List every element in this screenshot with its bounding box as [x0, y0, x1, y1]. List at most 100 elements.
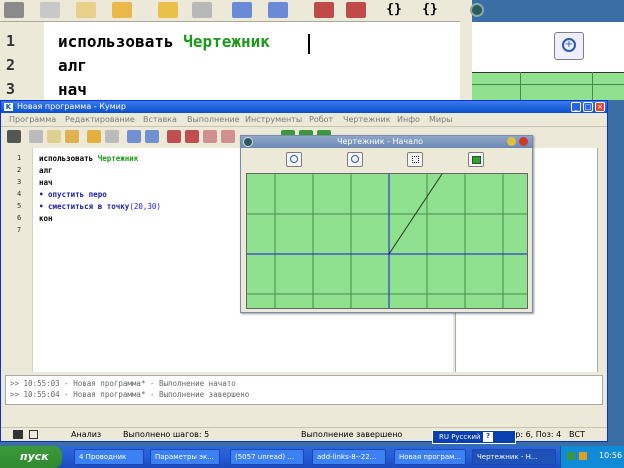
grid-button[interactable]: [407, 152, 423, 167]
paste-icon[interactable]: [65, 130, 79, 143]
output-console: >> 10:55:03 - Новая программа* - Выполне…: [5, 375, 603, 405]
copy-icon[interactable]: [47, 130, 61, 143]
line-number: 2: [17, 166, 22, 174]
status-steps: Выполнено шагов: 5: [123, 430, 210, 439]
drawer-titlebar[interactable]: Чертежник - Начало: [241, 136, 532, 148]
step-out-icon[interactable]: [203, 130, 217, 143]
keyword: использовать: [58, 32, 174, 51]
start-label: пуск: [20, 450, 49, 463]
cut-icon[interactable]: [40, 2, 60, 18]
line-number: 1: [6, 32, 16, 50]
code-line: алг: [39, 166, 53, 175]
grid-icon: [412, 156, 419, 163]
zoom-out-button[interactable]: [347, 152, 363, 167]
module-name: Чертежник: [183, 32, 270, 51]
step-into-icon[interactable]: [185, 130, 199, 143]
paste-icon[interactable]: [112, 2, 132, 18]
braces-icon[interactable]: {}: [384, 2, 404, 18]
line-number: 2: [6, 56, 16, 74]
zoom-out-icon: [351, 155, 359, 163]
code-line: нач: [39, 178, 53, 187]
step-into-icon[interactable]: [346, 2, 366, 18]
close-button[interactable]: ×: [595, 102, 605, 112]
redo-icon[interactable]: [105, 130, 119, 143]
background-code-editor[interactable]: использовать Чертежник алг нач: [44, 22, 460, 100]
background-drawer-titlebar: [470, 0, 624, 22]
window-icon: [243, 137, 253, 147]
outdent-icon[interactable]: [145, 130, 159, 143]
undo-icon[interactable]: [158, 2, 178, 18]
undo-icon[interactable]: [87, 130, 101, 143]
code-line: алг: [58, 56, 87, 75]
fit-button[interactable]: [468, 152, 484, 167]
minimize-button[interactable]: _: [571, 102, 581, 112]
status-insert-mode: ВСТ: [569, 430, 585, 439]
tray-icon[interactable]: [567, 452, 575, 460]
background-canvas: [472, 72, 624, 100]
task-explorer[interactable]: 4 Проводник: [74, 449, 144, 465]
window-title: Новая программа - Кумир: [17, 102, 126, 111]
redo-icon[interactable]: [192, 2, 212, 18]
code-line: • опустить перо: [39, 190, 107, 199]
start-button[interactable]: пуск: [0, 446, 62, 468]
task-kumir[interactable]: Новая програм...: [394, 449, 466, 465]
menu-drawer[interactable]: Чертежник: [343, 115, 391, 124]
line-number: 3: [6, 80, 16, 98]
task-browser[interactable]: (5057 unread) ...: [230, 449, 304, 465]
menu-worlds[interactable]: Миры: [429, 115, 453, 124]
module-name: Чертежник: [97, 154, 139, 163]
keyword: использовать: [39, 154, 98, 163]
line-number: 1: [17, 154, 22, 162]
menu-tools[interactable]: Инструменты: [245, 115, 302, 124]
line-number: 3: [17, 178, 22, 186]
save-icon[interactable]: [13, 430, 23, 439]
language-bar[interactable]: RU Русский ?: [432, 430, 516, 444]
toolbar-icon[interactable]: [4, 2, 24, 18]
minimize-button[interactable]: [507, 137, 516, 146]
clock: 10:56: [599, 451, 623, 460]
step-icon[interactable]: [314, 2, 334, 18]
status-bar: Анализ Выполнено шагов: 5 Выполнение зав…: [1, 427, 607, 441]
save-icon[interactable]: [7, 130, 21, 143]
drawing-canvas[interactable]: [246, 173, 528, 309]
indent-icon[interactable]: [232, 2, 252, 18]
braces-icon[interactable]: {}: [420, 2, 440, 18]
status-state: Выполнение завершено: [301, 430, 403, 439]
indent-icon[interactable]: [127, 130, 141, 143]
cut-icon[interactable]: [29, 130, 43, 143]
menu-info[interactable]: Инфо: [397, 115, 420, 124]
log-line: >> 10:55:03 - Новая программа* - Выполне…: [10, 379, 236, 388]
checkbox-icon[interactable]: [29, 430, 38, 439]
menu-program[interactable]: Программа: [9, 115, 56, 124]
arguments: (20,30): [129, 202, 161, 211]
fit-icon: [472, 156, 481, 164]
close-button[interactable]: [519, 137, 528, 146]
grid-lines: [247, 174, 527, 308]
menu-run[interactable]: Выполнение: [187, 115, 240, 124]
task-drawer[interactable]: Чертежник - Н...: [472, 449, 556, 465]
outdent-icon[interactable]: [268, 2, 288, 18]
title-bar[interactable]: K Новая программа - Кумир _ □ ×: [1, 101, 607, 113]
menu-robot[interactable]: Робот: [309, 115, 333, 124]
run-icon[interactable]: [221, 130, 235, 143]
vertical-scrollbar[interactable]: [597, 148, 603, 372]
task-display-settings[interactable]: Параметры эк...: [150, 449, 220, 465]
tray-icon[interactable]: [579, 452, 587, 460]
system-tray: 10:56: [560, 446, 624, 468]
maximize-button[interactable]: □: [583, 102, 593, 112]
help-icon[interactable]: ?: [483, 432, 493, 442]
zoom-in-button[interactable]: [286, 152, 302, 167]
drawer-window: Чертежник - Начало: [240, 135, 533, 313]
line-gutter: 1 2 3 4 5 6 7: [5, 148, 33, 372]
copy-icon[interactable]: [76, 2, 96, 18]
background-line-gutter: 1 2 3: [0, 22, 44, 100]
step-icon[interactable]: [167, 130, 181, 143]
menu-edit[interactable]: Редактирование: [65, 115, 135, 124]
code-line: кон: [39, 214, 53, 223]
task-document[interactable]: add-links-8--22...: [312, 449, 386, 465]
code-line: использовать Чертежник: [58, 32, 270, 51]
splitter[interactable]: [460, 0, 472, 100]
menu-insert[interactable]: Вставка: [143, 115, 177, 124]
zoom-in-icon[interactable]: +: [554, 32, 584, 60]
drawing-canvas-svg: [247, 173, 527, 308]
